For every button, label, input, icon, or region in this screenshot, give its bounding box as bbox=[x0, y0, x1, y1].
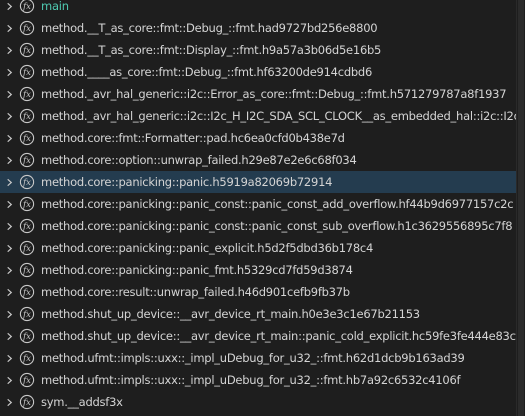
function-icon: fx bbox=[18, 237, 36, 259]
chevron-right-icon[interactable] bbox=[2, 17, 16, 39]
function-list-panel: fx main fx method.__T_as_core::fmt::Debu… bbox=[0, 0, 525, 416]
chevron-right-icon[interactable] bbox=[2, 325, 16, 347]
tree-item-label: method.core::panicking::panic_explicit.h… bbox=[41, 241, 374, 255]
function-icon: fx bbox=[18, 325, 36, 347]
svg-text:fx: fx bbox=[22, 156, 31, 166]
chevron-right-icon[interactable] bbox=[2, 105, 16, 127]
function-icon: fx bbox=[18, 61, 36, 83]
tree-item-label: method.core::panicking::panic_const::pan… bbox=[41, 197, 514, 211]
svg-text:fx: fx bbox=[22, 244, 31, 254]
tree-item[interactable]: fx method._avr_hal_generic::i2c::I2c_H_I… bbox=[0, 105, 517, 127]
chevron-right-icon[interactable] bbox=[2, 391, 16, 413]
chevron-right-icon[interactable] bbox=[2, 369, 16, 391]
tree-item-label: method.shut_up_device::__avr_device_rt_m… bbox=[41, 307, 420, 321]
svg-text:fx: fx bbox=[22, 46, 31, 56]
tree-item-label: method.core::fmt::Formatter::pad.hc6ea0c… bbox=[41, 131, 345, 145]
chevron-right-icon[interactable] bbox=[2, 215, 16, 237]
svg-text:fx: fx bbox=[22, 266, 31, 276]
tree-item-label: method.core::panicking::panic_fmt.h5329c… bbox=[41, 263, 353, 277]
tree-item-label: sym.__addsf3x bbox=[41, 395, 123, 409]
function-icon: fx bbox=[18, 193, 36, 215]
function-icon: fx bbox=[18, 259, 36, 281]
vertical-scrollbar[interactable] bbox=[516, 0, 525, 416]
tree-item-label: method.ufmt::impls::uxx::_impl_uDebug_fo… bbox=[41, 351, 465, 365]
svg-text:fx: fx bbox=[22, 2, 31, 12]
svg-text:fx: fx bbox=[22, 354, 31, 364]
chevron-right-icon[interactable] bbox=[2, 171, 16, 193]
svg-text:fx: fx bbox=[22, 222, 31, 232]
function-icon: fx bbox=[18, 303, 36, 325]
svg-text:fx: fx bbox=[22, 178, 31, 188]
function-icon: fx bbox=[18, 369, 36, 391]
chevron-right-icon[interactable] bbox=[2, 0, 16, 17]
svg-text:fx: fx bbox=[22, 90, 31, 100]
function-icon: fx bbox=[18, 0, 36, 17]
chevron-right-icon[interactable] bbox=[2, 347, 16, 369]
tree-item[interactable]: fx method.core::panicking::panic_const::… bbox=[0, 215, 517, 237]
tree-item[interactable]: fx method.ufmt::impls::uxx::_impl_uDebug… bbox=[0, 347, 517, 369]
tree-item-label: method.__T_as_core::fmt::Debug_::fmt.had… bbox=[41, 21, 378, 35]
function-icon: fx bbox=[18, 215, 36, 237]
tree-item-label: method.____as_core::fmt::Debug_::fmt.hf6… bbox=[41, 65, 373, 79]
tree-item-label: method.core::panicking::panic_const::pan… bbox=[41, 219, 513, 233]
svg-text:fx: fx bbox=[22, 68, 31, 78]
tree-item[interactable]: fx method.ufmt::impls::uxx::_impl_uDebug… bbox=[0, 369, 517, 391]
svg-text:fx: fx bbox=[22, 24, 31, 34]
tree-item[interactable]: fx method.shut_up_device::__avr_device_r… bbox=[0, 325, 517, 347]
tree-item-label: method.core::option::unwrap_failed.h29e8… bbox=[41, 153, 357, 167]
tree-item-label: method.core::panicking::panic.h5919a8206… bbox=[41, 175, 333, 189]
tree-item[interactable]: fx method._avr_hal_generic::i2c::Error_a… bbox=[0, 83, 517, 105]
chevron-right-icon[interactable] bbox=[2, 303, 16, 325]
tree-item[interactable]: fx method.core::panicking::panic.h5919a8… bbox=[0, 171, 517, 193]
chevron-right-icon[interactable] bbox=[2, 149, 16, 171]
tree-item[interactable]: fx method.core::panicking::panic_explici… bbox=[0, 237, 517, 259]
function-icon: fx bbox=[18, 391, 36, 413]
chevron-right-icon[interactable] bbox=[2, 259, 16, 281]
function-tree: fx main fx method.__T_as_core::fmt::Debu… bbox=[0, 0, 517, 413]
tree-item-label: method.__T_as_core::fmt::Display_::fmt.h… bbox=[41, 43, 382, 57]
tree-item[interactable]: fx method.core::result::unwrap_failed.h4… bbox=[0, 281, 517, 303]
svg-text:fx: fx bbox=[22, 134, 31, 144]
tree-item-label: main bbox=[41, 0, 69, 13]
function-icon: fx bbox=[18, 105, 36, 127]
chevron-right-icon[interactable] bbox=[2, 193, 16, 215]
tree-item[interactable]: fx sym.__addsf3x bbox=[0, 391, 517, 413]
tree-item-label: method.core::result::unwrap_failed.h46d9… bbox=[41, 285, 350, 299]
tree-item[interactable]: fx method.____as_core::fmt::Debug_::fmt.… bbox=[0, 61, 517, 83]
chevron-right-icon[interactable] bbox=[2, 281, 16, 303]
tree-item-main[interactable]: fx main bbox=[0, 0, 517, 17]
tree-item-label: method.ufmt::impls::uxx::_impl_uDebug_fo… bbox=[41, 373, 461, 387]
function-icon: fx bbox=[18, 171, 36, 193]
function-icon: fx bbox=[18, 17, 36, 39]
chevron-right-icon[interactable] bbox=[2, 127, 16, 149]
function-icon: fx bbox=[18, 83, 36, 105]
svg-text:fx: fx bbox=[22, 398, 31, 408]
function-icon: fx bbox=[18, 347, 36, 369]
chevron-right-icon[interactable] bbox=[2, 83, 16, 105]
tree-item[interactable]: fx method.core::option::unwrap_failed.h2… bbox=[0, 149, 517, 171]
svg-text:fx: fx bbox=[22, 112, 31, 122]
tree-item-label: method.shut_up_device::__avr_device_rt_m… bbox=[41, 329, 517, 343]
tree-item[interactable]: fx method.core::panicking::panic_fmt.h53… bbox=[0, 259, 517, 281]
tree-item[interactable]: fx method.shut_up_device::__avr_device_r… bbox=[0, 303, 517, 325]
tree-item-label: method._avr_hal_generic::i2c::I2c_H_I2C_… bbox=[41, 109, 517, 123]
tree-item[interactable]: fx method.core::fmt::Formatter::pad.hc6e… bbox=[0, 127, 517, 149]
svg-text:fx: fx bbox=[22, 376, 31, 386]
tree-item[interactable]: fx method.core::panicking::panic_const::… bbox=[0, 193, 517, 215]
function-icon: fx bbox=[18, 127, 36, 149]
function-icon: fx bbox=[18, 149, 36, 171]
function-icon: fx bbox=[18, 281, 36, 303]
chevron-right-icon[interactable] bbox=[2, 39, 16, 61]
svg-text:fx: fx bbox=[22, 288, 31, 298]
tree-item-label: method._avr_hal_generic::i2c::Error_as_c… bbox=[41, 87, 507, 101]
scrollbar-thumb[interactable] bbox=[518, 0, 524, 416]
function-icon: fx bbox=[18, 39, 36, 61]
svg-text:fx: fx bbox=[22, 200, 31, 210]
tree-item[interactable]: fx method.__T_as_core::fmt::Debug_::fmt.… bbox=[0, 17, 517, 39]
svg-text:fx: fx bbox=[22, 310, 31, 320]
chevron-right-icon[interactable] bbox=[2, 237, 16, 259]
tree-item[interactable]: fx method.__T_as_core::fmt::Display_::fm… bbox=[0, 39, 517, 61]
chevron-right-icon[interactable] bbox=[2, 61, 16, 83]
svg-text:fx: fx bbox=[22, 332, 31, 342]
